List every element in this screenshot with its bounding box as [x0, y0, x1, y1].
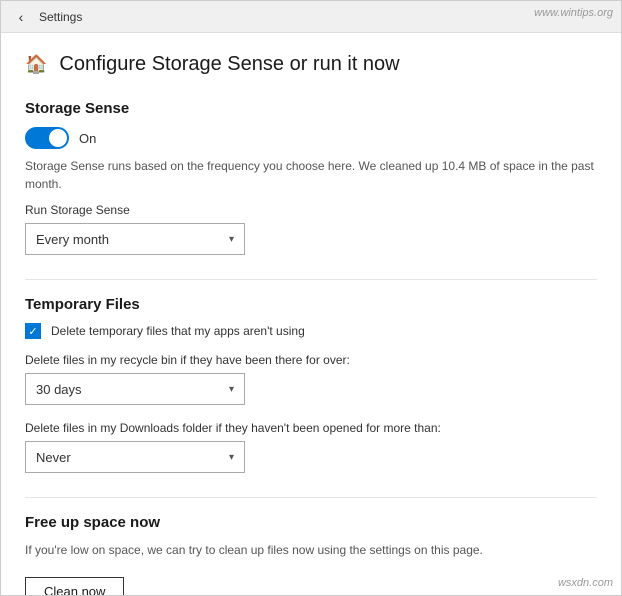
free-up-space-title: Free up space now	[25, 514, 597, 531]
title-bar: ‹ Settings www.wintips.org	[1, 1, 621, 33]
divider-1	[25, 279, 597, 280]
run-dropdown-value: Every month	[36, 232, 109, 247]
page-title-row: 🏠 Configure Storage Sense or run it now	[25, 53, 597, 76]
recycle-bin-arrow: ▾	[229, 384, 234, 395]
page-title: Configure Storage Sense or run it now	[59, 53, 399, 76]
storage-sense-description: Storage Sense runs based on the frequenc…	[25, 157, 597, 193]
run-dropdown-arrow: ▾	[229, 234, 234, 245]
free-up-space-section: Free up space now If you're low on space…	[25, 514, 597, 595]
storage-sense-section: Storage Sense On Storage Sense runs base…	[25, 100, 597, 255]
recycle-bin-value: 30 days	[36, 382, 82, 397]
temporary-files-title: Temporary Files	[25, 296, 597, 313]
downloads-dropdown[interactable]: Never ▾	[25, 441, 245, 473]
settings-window: ‹ Settings www.wintips.org 🏠 Configure S…	[0, 0, 622, 596]
run-storage-sense-dropdown[interactable]: Every month ▾	[25, 223, 245, 255]
toggle-row: On	[25, 127, 597, 149]
run-storage-sense-label: Run Storage Sense	[25, 203, 597, 217]
watermark-bottom: wsxdn.com	[558, 577, 613, 589]
delete-temp-files-row: ✓ Delete temporary files that my apps ar…	[25, 323, 597, 339]
watermark-top: www.wintips.org	[534, 7, 613, 19]
downloads-value: Never	[36, 450, 71, 465]
temporary-files-section: Temporary Files ✓ Delete temporary files…	[25, 296, 597, 473]
free-up-space-description: If you're low on space, we can try to cl…	[25, 541, 597, 559]
downloads-label: Delete files in my Downloads folder if t…	[25, 421, 597, 435]
downloads-arrow: ▾	[229, 452, 234, 463]
home-icon: 🏠	[25, 54, 47, 75]
recycle-bin-label: Delete files in my recycle bin if they h…	[25, 353, 597, 367]
toggle-label: On	[79, 131, 96, 146]
delete-temp-files-checkbox[interactable]: ✓	[25, 323, 41, 339]
page-content: 🏠 Configure Storage Sense or run it now …	[1, 33, 621, 595]
back-button[interactable]: ‹	[9, 5, 33, 29]
clean-now-button[interactable]: Clean now	[25, 577, 124, 595]
recycle-bin-dropdown[interactable]: 30 days ▾	[25, 373, 245, 405]
divider-2	[25, 497, 597, 498]
storage-sense-toggle[interactable]	[25, 127, 69, 149]
delete-temp-files-label: Delete temporary files that my apps aren…	[51, 324, 305, 338]
storage-sense-title: Storage Sense	[25, 100, 597, 117]
title-bar-text: Settings	[39, 10, 82, 24]
